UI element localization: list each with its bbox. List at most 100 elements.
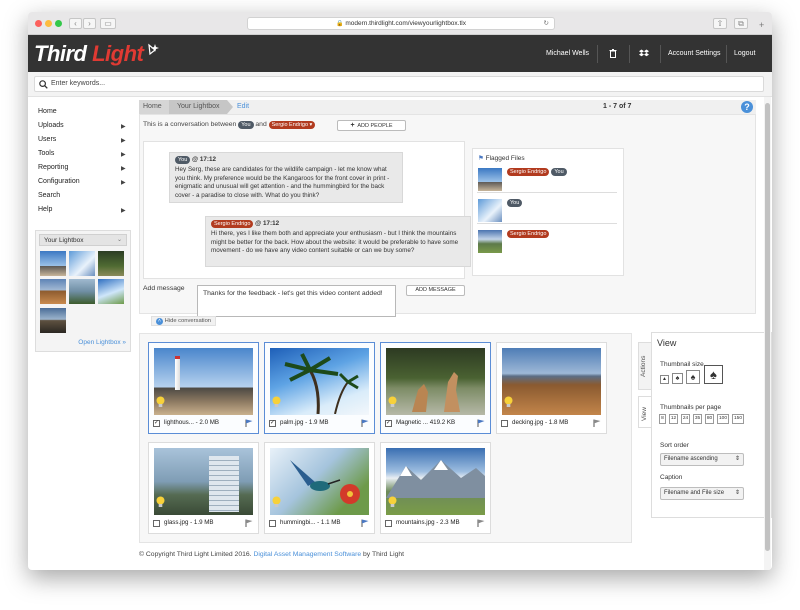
open-lightbox-link[interactable]: Open Lightbox » (78, 339, 126, 346)
lightbox-thumb[interactable] (69, 279, 95, 304)
thumb-size-xs-icon[interactable]: ▲ (660, 375, 669, 384)
lightbox-thumb[interactable] (40, 308, 66, 333)
tab-view[interactable]: View (638, 396, 652, 428)
flagged-file-row[interactable]: Sergio Endrigo (477, 228, 617, 255)
flagged-file-row[interactable]: Sergio Endrigo You (477, 166, 617, 193)
flag-icon[interactable] (361, 419, 369, 427)
caption-select[interactable]: Filename and File size ⇕ (660, 487, 744, 500)
scrollbar-thumb[interactable] (765, 103, 770, 551)
per-page-option[interactable]: 100 (717, 414, 729, 424)
file-checkbox[interactable] (385, 520, 392, 527)
file-thumbnail[interactable] (386, 448, 485, 515)
zoom-window-button[interactable] (55, 20, 62, 27)
file-card[interactable]: hummingbi... - 1.1 MB (264, 442, 375, 534)
back-icon[interactable]: ‹ (69, 18, 82, 29)
participant-sergio[interactable]: Sergio Endrigo ▾ (268, 121, 316, 129)
flag-icon[interactable] (245, 419, 253, 427)
flag-icon[interactable] (477, 519, 485, 527)
lightbulb-icon[interactable] (156, 396, 165, 408)
file-card[interactable]: mountains.jpg - 2.3 MB (380, 442, 491, 534)
file-thumbnail[interactable] (386, 348, 485, 415)
per-page-option[interactable]: 12 (669, 414, 678, 424)
add-people-button[interactable]: + ADD PEOPLE (337, 120, 406, 131)
flag-icon[interactable] (477, 419, 485, 427)
help-icon[interactable]: ? (741, 101, 753, 113)
per-page-option[interactable]: 8 (659, 414, 666, 424)
file-thumbnail[interactable] (270, 348, 369, 415)
third-light-logo[interactable]: Third Light (34, 41, 159, 67)
file-checkbox[interactable] (153, 520, 160, 527)
dam-software-link[interactable]: Digital Asset Management Software (253, 551, 361, 558)
close-window-button[interactable] (35, 20, 42, 27)
file-thumbnail[interactable] (502, 348, 601, 415)
sidebar-item-tools[interactable]: Tools (38, 150, 54, 157)
flagged-file-row[interactable]: You (477, 197, 617, 224)
share-icon[interactable]: ⇧ (713, 18, 727, 29)
lightbulb-icon[interactable] (272, 496, 281, 508)
tabs-overview-icon[interactable]: ⧉ (734, 18, 748, 29)
breadcrumb-home[interactable]: Home (139, 100, 169, 114)
file-card[interactable]: ✓ Magnetic ... 419.2 KB (380, 342, 491, 434)
user-name[interactable]: Michael Wells (546, 50, 589, 57)
file-thumbnail[interactable] (154, 348, 253, 415)
sidebar-item-reporting[interactable]: Reporting (38, 164, 68, 171)
file-thumbnail[interactable] (270, 448, 369, 515)
lightbulb-icon[interactable] (272, 396, 281, 408)
lightbox-thumb[interactable] (40, 251, 66, 276)
lightbox-selector[interactable]: Your Lightbox ⌄ (39, 234, 127, 246)
chevron-up-icon: ˄ (156, 318, 163, 325)
add-message-field[interactable]: Thanks for the feedback - let's get this… (197, 285, 396, 317)
account-settings-link[interactable]: Account Settings (668, 50, 721, 57)
file-thumbnail[interactable] (154, 448, 253, 515)
new-tab-icon[interactable]: + (759, 20, 764, 30)
address-bar[interactable]: 🔒 modern.thirdlight.com/viewyourlightbox… (247, 17, 555, 30)
minimize-window-button[interactable] (45, 20, 52, 27)
file-checkbox[interactable]: ✓ (269, 420, 276, 427)
lightbulb-icon[interactable] (156, 496, 165, 508)
add-message-button[interactable]: ADD MESSAGE (406, 285, 465, 296)
thumb-size-l-icon[interactable]: ♠ (704, 365, 723, 384)
per-page-option[interactable]: 35 (693, 414, 702, 424)
file-card[interactable]: glass.jpg - 1.9 MB (148, 442, 259, 534)
flag-icon[interactable] (245, 519, 253, 527)
thumb-size-m-icon[interactable]: ♠ (686, 370, 700, 384)
thumb-size-s-icon[interactable]: ♠ (672, 373, 683, 384)
lightbulb-icon[interactable] (388, 496, 397, 508)
file-checkbox[interactable] (269, 520, 276, 527)
file-checkbox[interactable]: ✓ (385, 420, 392, 427)
sidebar-toggle-icon[interactable]: ▭ (100, 18, 116, 29)
lightbox-thumb[interactable] (98, 279, 124, 304)
reload-icon[interactable]: ↻ (544, 18, 549, 30)
per-page-option[interactable]: 150 (732, 414, 744, 424)
trash-icon[interactable] (609, 49, 617, 58)
lightbox-thumb[interactable] (40, 279, 66, 304)
lightbox-thumb[interactable] (69, 251, 95, 276)
lightbulb-icon[interactable] (388, 396, 397, 408)
file-card[interactable]: ✓ lighthous... - 2.0 MB (148, 342, 259, 434)
sidebar-item-home[interactable]: Home (38, 108, 57, 115)
forward-icon[interactable]: › (83, 18, 96, 29)
file-card[interactable]: decking.jpg - 1.8 MB (496, 342, 607, 434)
lightbox-thumb[interactable] (98, 251, 124, 276)
logout-link[interactable]: Logout (734, 50, 755, 57)
sidebar-item-configuration[interactable]: Configuration (38, 178, 80, 185)
page-scrollbar[interactable] (764, 97, 771, 570)
dropbox-icon[interactable] (639, 49, 649, 58)
file-card[interactable]: ✓ palm.jpg - 1.9 MB (264, 342, 375, 434)
sidebar-item-users[interactable]: Users (38, 136, 56, 143)
edit-link[interactable]: Edit (237, 100, 249, 114)
file-checkbox[interactable] (501, 420, 508, 427)
sidebar-item-search[interactable]: Search (38, 192, 60, 199)
sidebar-item-uploads[interactable]: Uploads (38, 122, 64, 129)
sidebar-item-help[interactable]: Help (38, 206, 52, 213)
per-page-option[interactable]: 24 (681, 414, 690, 424)
lightbulb-icon[interactable] (504, 396, 513, 408)
file-checkbox[interactable]: ✓ (153, 420, 160, 427)
search-input[interactable]: Enter keywords... (34, 76, 764, 92)
per-page-option[interactable]: 80 (705, 414, 714, 424)
flag-icon[interactable] (593, 419, 601, 427)
hide-conversation-toggle[interactable]: ˄ Hide conversation (151, 316, 217, 326)
sort-order-select[interactable]: Filename ascending ⇕ (660, 453, 744, 466)
tab-actions[interactable]: Actions (638, 342, 652, 390)
flag-icon[interactable] (361, 519, 369, 527)
